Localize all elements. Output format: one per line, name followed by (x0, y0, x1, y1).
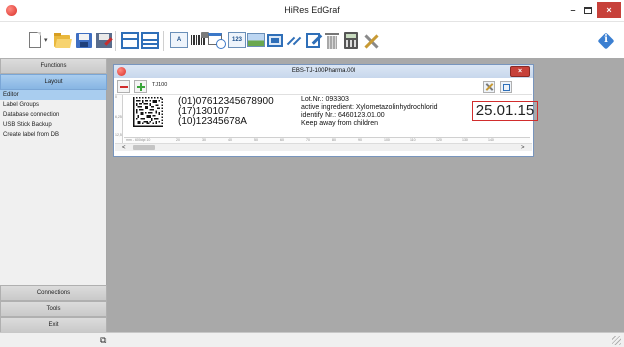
toolbar-separator (115, 31, 116, 51)
document-title-bar[interactable]: EBS-TJ-100Pharma.00l × (114, 65, 533, 78)
calculator-icon[interactable] (342, 32, 360, 49)
expiry-date-field[interactable]: 25.01.15 (472, 101, 538, 121)
sidebar-item-label-groups[interactable]: Label Groups (0, 100, 106, 110)
ruler-tick: 120 (436, 138, 442, 142)
tools-icon[interactable] (362, 32, 380, 49)
label-canvas[interactable]: 0 6,25 12,5 (01)07612345678900 (17)13010… (115, 94, 538, 144)
ruler-tick: 130 (462, 138, 468, 142)
ruler-tick: 100 (384, 138, 390, 142)
ruler-tick: 80 (332, 138, 336, 142)
save-icon[interactable] (75, 32, 93, 49)
date-field-icon[interactable] (208, 32, 226, 49)
product-info-line: Lot.Nr.: 093303 (301, 96, 349, 103)
sidebar-header-functions[interactable]: Functions (0, 58, 107, 74)
document-window: EBS-TJ-100Pharma.00l × TJ100 0 6,25 12,5 (113, 64, 538, 157)
sidebar-item-editor[interactable]: Editor (0, 90, 106, 100)
ruler-tick: 12,5 (115, 133, 122, 137)
sidebar-item-usb-backup[interactable]: USB Stick Backup (0, 120, 106, 130)
ruler-tick: 50 (254, 138, 258, 142)
document-toolbar: TJ100 (114, 78, 533, 94)
new-dropdown-icon[interactable]: ▾ (44, 32, 52, 49)
gs1-line: (10)12345678A (178, 116, 247, 127)
maximize-icon (584, 7, 592, 15)
product-info-line: active ingredient: Xylometazolinhydrochl… (301, 104, 438, 111)
counter-field-icon[interactable]: 123 (228, 32, 246, 49)
trash-icon[interactable] (323, 32, 341, 49)
app-window: HiRes EdGraf – × ▾ A 123 i Functions Lay… (0, 0, 624, 347)
remove-button[interactable] (117, 80, 130, 93)
double-frame-icon[interactable] (141, 32, 159, 49)
info-icon[interactable]: i (597, 32, 615, 50)
datamatrix-code[interactable] (133, 97, 163, 127)
horizontal-scrollbar[interactable]: < > (115, 143, 532, 151)
sidebar-header-exit[interactable]: Exit (0, 317, 107, 333)
printer-label: TJ100 (152, 82, 168, 88)
ruler-tick: 70 (306, 138, 310, 142)
ruler-tick: 140 (488, 138, 494, 142)
maximize-button[interactable] (581, 2, 595, 18)
scroll-right-icon[interactable]: > (521, 144, 525, 152)
document-tools-icon[interactable] (483, 81, 495, 93)
product-info-line: Keep away from children (301, 120, 379, 127)
ruler-tick: 6,25 (115, 115, 122, 119)
ruler-tick: 110 (410, 138, 416, 142)
network-icon: ⧉ (100, 335, 107, 345)
main-toolbar: ▾ A 123 i (0, 23, 624, 58)
sidebar-menu: Editor Label Groups Database connection … (0, 90, 106, 140)
ruler-tick: mm - 600dpi 10 (126, 138, 151, 142)
minimize-button[interactable]: – (566, 2, 580, 18)
title-bar: HiRes EdGraf – × (0, 0, 624, 22)
ruler-tick: 30 (202, 138, 206, 142)
resize-grip-icon[interactable] (612, 336, 621, 345)
sidebar-header-connections[interactable]: Connections (0, 285, 107, 301)
text-field-icon[interactable]: A (170, 32, 188, 49)
sidebar-item-create-label[interactable]: Create label from DB (0, 130, 106, 140)
gs1-text-block[interactable]: (01)07612345678900 (17)130107 (10)123456… (178, 97, 274, 127)
ruler-tick: 40 (228, 138, 232, 142)
sidebar-item-database-connection[interactable]: Database connection (0, 110, 106, 120)
image-field-icon[interactable] (247, 32, 265, 49)
product-info-line: identify Nr.: 6460123.01.00 (301, 112, 385, 119)
scroll-left-icon[interactable]: < (122, 144, 126, 152)
document-settings-icon[interactable] (500, 81, 512, 93)
add-button[interactable] (134, 80, 147, 93)
document-close-button[interactable]: × (510, 66, 530, 77)
minus-icon (120, 86, 128, 88)
sidebar-header-layout[interactable]: Layout (0, 74, 107, 90)
sidebar-header-tools[interactable]: Tools (0, 301, 107, 317)
label-area: (01)07612345678900 (17)130107 (10)123456… (124, 95, 538, 137)
product-info-block[interactable]: Lot.Nr.: 093303 active ingredient: Xylom… (301, 96, 438, 128)
line-icon[interactable] (285, 32, 303, 49)
barcode-icon[interactable] (190, 32, 209, 49)
document-title: EBS-TJ-100Pharma.00l (291, 68, 356, 74)
single-frame-icon[interactable] (121, 32, 139, 49)
vertical-ruler: 0 6,25 12,5 (115, 95, 123, 144)
close-button[interactable]: × (597, 2, 621, 18)
scroll-thumb[interactable] (133, 145, 155, 150)
toolbar-separator (163, 31, 164, 51)
status-bar: ⧉ (0, 332, 624, 347)
open-folder-icon[interactable] (53, 32, 72, 49)
save-as-icon[interactable] (95, 32, 113, 49)
rectangle-icon[interactable] (266, 32, 284, 49)
window-title: HiRes EdGraf (284, 5, 340, 15)
ruler-tick: 60 (280, 138, 284, 142)
edit-icon[interactable] (305, 32, 323, 49)
ruler-tick: 20 (176, 138, 180, 142)
sidebar: Functions Layout Editor Label Groups Dat… (0, 58, 107, 333)
ruler-tick: 0 (115, 95, 117, 99)
new-document-icon[interactable] (26, 32, 44, 49)
ruler-tick: 90 (358, 138, 362, 142)
